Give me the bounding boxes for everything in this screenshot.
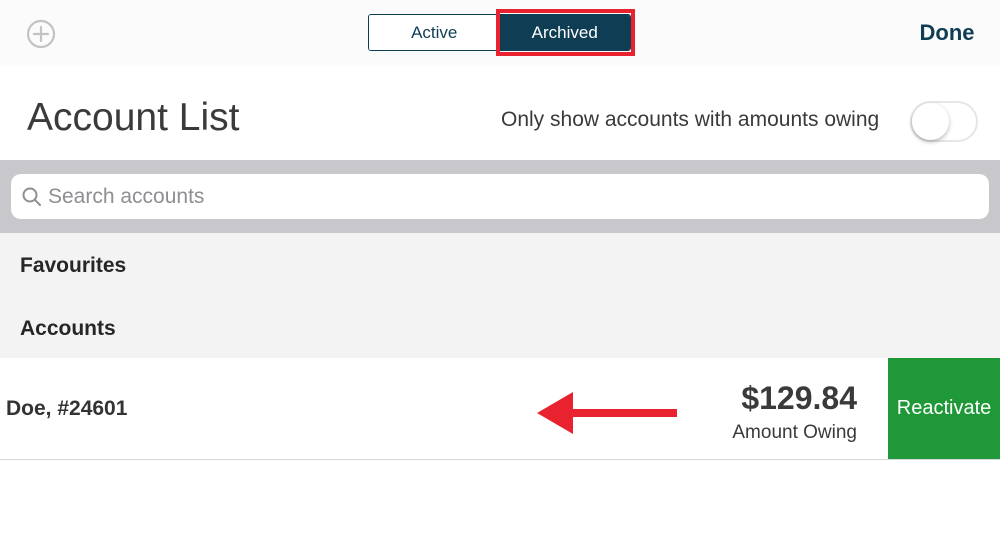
section-headers: Favourites Accounts	[0, 233, 1000, 358]
section-accounts: Accounts	[20, 317, 116, 340]
done-button[interactable]: Done	[906, 20, 988, 46]
left-arrow-icon	[537, 392, 677, 434]
navigation-bar: Active Archived Done	[0, 0, 1000, 66]
section-favourites: Favourites	[20, 254, 127, 277]
owing-filter-label: Only show accounts with amounts owing	[501, 108, 880, 131]
status-segmented-control: Active Archived	[368, 14, 631, 51]
page-title: Account List	[27, 96, 240, 139]
account-row[interactable]: Doe, #24601 $129.84 Amount Owing Reactiv…	[0, 358, 1000, 460]
plus-circle-icon[interactable]	[25, 18, 57, 50]
reactivate-button[interactable]: Reactivate	[888, 358, 1000, 459]
tab-active[interactable]: Active	[369, 15, 500, 50]
owing-filter-toggle[interactable]	[910, 101, 978, 142]
amount-owing-label: Amount Owing	[732, 422, 857, 443]
account-name: Doe, #24601	[6, 397, 128, 420]
title-row: Account List Only show accounts with amo…	[0, 66, 1000, 160]
search-icon	[22, 187, 41, 206]
tab-archived[interactable]: Archived	[499, 15, 630, 50]
search-bar	[0, 160, 1000, 233]
search-box[interactable]	[11, 174, 989, 219]
search-input[interactable]	[48, 174, 968, 219]
toggle-knob	[912, 103, 949, 140]
amount-value: $129.84	[741, 380, 857, 416]
